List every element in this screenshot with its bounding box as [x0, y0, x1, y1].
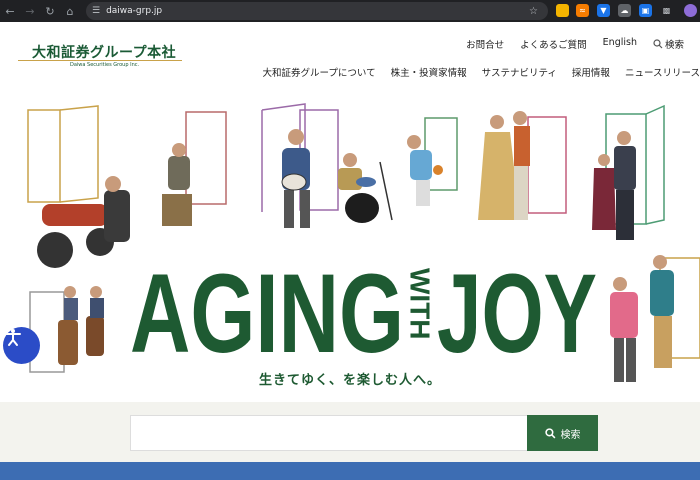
nav-item-news[interactable]: ニュースリリース: [625, 65, 700, 79]
accessibility-button[interactable]: [3, 327, 40, 364]
url-text: daiwa-grp.jp: [106, 6, 163, 16]
site-settings-icon[interactable]: ☰: [92, 6, 100, 16]
site-search-input[interactable]: [130, 415, 528, 451]
logo-subtitle: Daiwa Securities Group Inc.: [70, 62, 140, 68]
back-icon[interactable]: ←: [0, 0, 20, 22]
utility-nav: お問合せ よくあるご質問 English 検索: [466, 37, 700, 51]
nav-item-recruit[interactable]: 採用情報: [572, 65, 610, 79]
headline-joy: JOY: [437, 251, 597, 376]
address-bar[interactable]: ☰ daiwa-grp.jp ☆: [86, 2, 548, 20]
util-link-faq[interactable]: よくあるご質問: [520, 37, 587, 51]
search-icon: [544, 427, 555, 438]
accessibility-icon: [5, 329, 21, 346]
util-link-english[interactable]: English: [603, 37, 637, 51]
browser-toolbar: ← → ↻ ⌂ ☰ daiwa-grp.jp ☆ ≈ ▼ ☁ ▣ ▩: [0, 0, 700, 22]
util-search-link[interactable]: 検索: [653, 37, 700, 51]
extension-folder-icon[interactable]: [556, 4, 569, 17]
logo-underline: [18, 60, 182, 61]
profile-avatar[interactable]: [684, 4, 697, 17]
footer-band: [0, 462, 700, 480]
hero-headline: AGING WITH JOY: [130, 251, 597, 376]
hero-tagline: 生きてゆく、を楽しむ人へ。: [258, 373, 441, 388]
main-nav: 大和証券グループについて 株主・投資家情報 サステナビリティ 採用情報 ニュース…: [248, 65, 700, 79]
search-icon: [653, 39, 663, 49]
headline-with: WITH: [405, 268, 436, 340]
site-header: 大和証券グループ本社 Daiwa Securities Group Inc. お…: [0, 22, 700, 92]
extension-cloud-icon[interactable]: ☁: [618, 4, 631, 17]
nav-item-about[interactable]: 大和証券グループについて: [263, 65, 376, 79]
util-link-contact[interactable]: お問合せ: [466, 37, 504, 51]
extension-shield-icon[interactable]: ▼: [597, 4, 610, 17]
search-section: 検索: [0, 402, 700, 462]
forward-icon[interactable]: →: [20, 0, 40, 22]
home-icon[interactable]: ⌂: [60, 0, 80, 22]
bookmark-star-icon[interactable]: ☆: [529, 6, 538, 17]
site-logo[interactable]: 大和証券グループ本社: [32, 42, 176, 62]
extension-screen-icon[interactable]: ▣: [639, 4, 652, 17]
reload-icon[interactable]: ↻: [40, 0, 60, 22]
site-search-button[interactable]: 検索: [527, 415, 598, 451]
nav-item-sustainability[interactable]: サステナビリティ: [482, 65, 557, 79]
hero-illustration: AGING WITH JOY: [27, 103, 700, 382]
search-button-label: 検索: [560, 429, 581, 441]
extension-rss-icon[interactable]: ≈: [576, 4, 589, 17]
headline-aging: AGING: [130, 251, 404, 376]
nav-item-ir[interactable]: 株主・投資家情報: [391, 65, 467, 79]
hero-banner: AGING WITH JOY 生きてゆく、を楽しむ人へ。: [0, 92, 700, 402]
util-search-label: 検索: [664, 40, 684, 51]
extensions-puzzle-icon[interactable]: ▩: [660, 4, 673, 17]
